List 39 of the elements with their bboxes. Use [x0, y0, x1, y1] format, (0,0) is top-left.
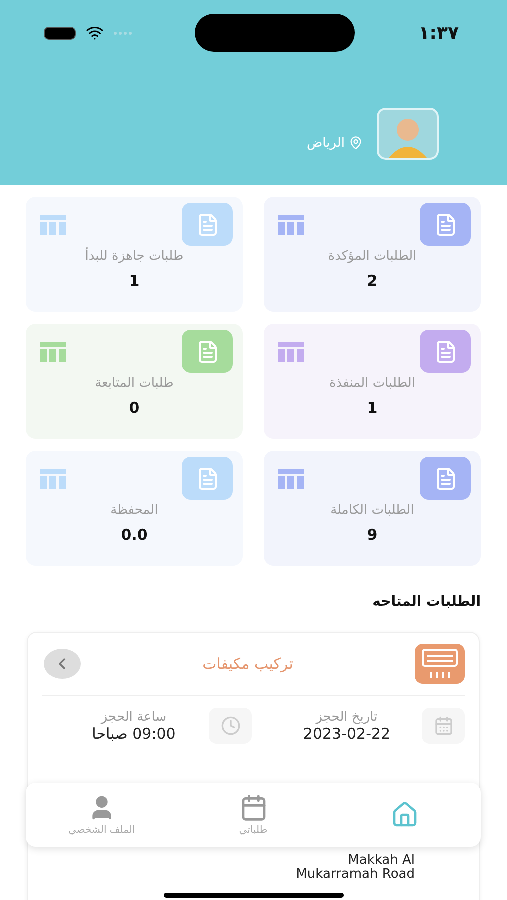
time-label: ساعة الحجز [101, 710, 167, 724]
signal-icon [114, 32, 132, 34]
back-button[interactable] [44, 649, 81, 679]
status-time: ١:٣٧ [418, 22, 459, 44]
home-icon [391, 801, 420, 829]
stat-label: الطلبات المؤكدة [328, 249, 417, 264]
stat-label: طلبات جاهزة للبدأ [85, 249, 184, 264]
chevron-left-icon [59, 658, 66, 670]
air-conditioner-icon [415, 644, 465, 684]
location-pin-icon [349, 136, 363, 150]
service-title: تركيب مكيفات [202, 655, 294, 673]
table-icon [40, 342, 66, 362]
location-text: الرياض [306, 136, 363, 150]
stat-label: الطلبات الكاملة [330, 503, 414, 518]
stat-label: المحفظة [110, 503, 158, 518]
table-icon [278, 342, 304, 362]
stat-value: 2 [367, 272, 378, 290]
table-icon [40, 215, 66, 235]
table-icon [278, 469, 304, 489]
stat-label: الطلبات المنفذة [329, 376, 416, 391]
wifi-icon [86, 24, 104, 42]
address-text: Makkah Al Mukarramah Road [295, 854, 415, 882]
table-icon [278, 215, 304, 235]
table-icon [40, 469, 66, 489]
stat-value: 0 [129, 399, 140, 417]
section-title: الطلبات المتاحه [372, 593, 482, 610]
clock-icon [209, 708, 252, 744]
calendar-icon [422, 708, 465, 744]
battery-icon [44, 26, 76, 40]
stat-label: طلبات المتابعة [95, 376, 174, 391]
avatar [377, 108, 439, 160]
time-value: 09:00 صباحا [92, 724, 176, 742]
date-label: تاريخ الحجز [316, 710, 378, 724]
date-value: 2023-02-22 [303, 724, 391, 742]
stat-value: 0.0 [121, 526, 148, 544]
calendar-icon [240, 794, 268, 822]
stat-value: 9 [367, 526, 378, 544]
stat-value: 1 [129, 272, 140, 290]
stat-value: 1 [367, 399, 378, 417]
